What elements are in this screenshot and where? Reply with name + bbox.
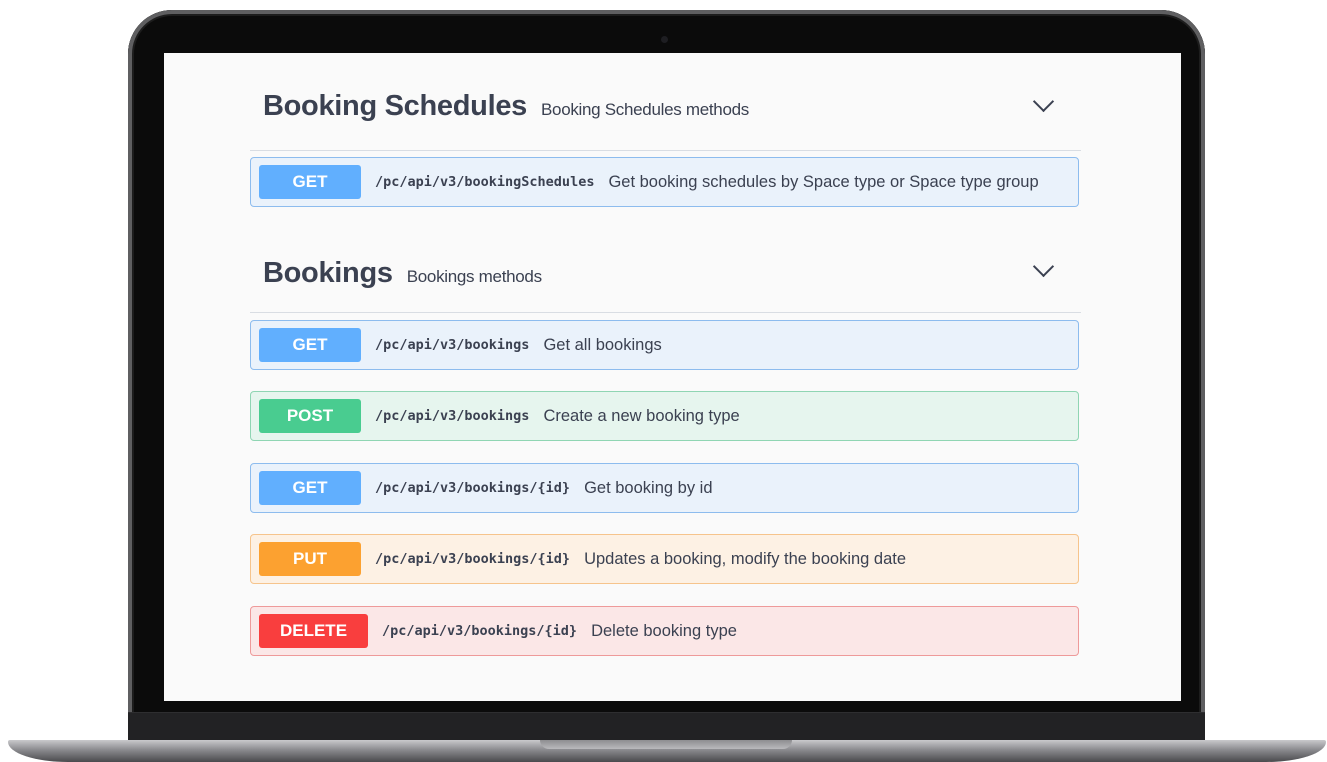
- method-badge: DELETE: [259, 614, 368, 648]
- section-header-bookings[interactable]: Bookings Bookings methods: [250, 235, 1081, 313]
- operation-put-booking[interactable]: PUT /pc/api/v3/bookings/{id} Updates a b…: [250, 534, 1079, 584]
- section-title-text: Booking Schedules: [263, 90, 527, 122]
- section-title: Bookings Bookings methods: [263, 257, 542, 290]
- operation-path: /pc/api/v3/bookings: [375, 337, 530, 353]
- operation-path: /pc/api/v3/bookings/{id}: [375, 480, 571, 496]
- method-badge: GET: [259, 165, 361, 199]
- laptop-base-notch: [540, 740, 792, 749]
- operation-get-booking-schedules[interactable]: GET /pc/api/v3/bookingSchedules Get book…: [250, 157, 1079, 207]
- operation-delete-booking[interactable]: DELETE /pc/api/v3/bookings/{id} Delete b…: [250, 606, 1079, 656]
- camera-icon: [661, 36, 668, 43]
- operation-summary: Delete booking type: [591, 621, 737, 640]
- section-title-text: Bookings: [263, 257, 393, 289]
- operation-get-booking-by-id[interactable]: GET /pc/api/v3/bookings/{id} Get booking…: [250, 463, 1079, 513]
- operation-summary: Create a new booking type: [543, 406, 740, 425]
- section-title: Booking Schedules Booking Schedules meth…: [263, 90, 749, 123]
- method-badge: GET: [259, 328, 361, 362]
- operation-summary: Updates a booking, modify the booking da…: [584, 549, 907, 568]
- operation-summary: Get booking schedules by Space type or S…: [608, 172, 1039, 191]
- section-booking-schedules: Booking Schedules Booking Schedules meth…: [250, 53, 1081, 207]
- chevron-down-icon[interactable]: [1032, 90, 1055, 113]
- operation-path: /pc/api/v3/bookingSchedules: [375, 174, 595, 190]
- method-badge: PUT: [259, 542, 361, 576]
- operation-get-bookings[interactable]: GET /pc/api/v3/bookings Get all bookings: [250, 320, 1079, 370]
- section-header-booking-schedules[interactable]: Booking Schedules Booking Schedules meth…: [250, 53, 1081, 151]
- operation-post-bookings[interactable]: POST /pc/api/v3/bookings Create a new bo…: [250, 391, 1079, 441]
- laptop-hinge: [128, 712, 1205, 743]
- method-badge: POST: [259, 399, 361, 433]
- api-docs-screen: Booking Schedules Booking Schedules meth…: [164, 53, 1181, 701]
- chevron-down-icon[interactable]: [1032, 255, 1055, 278]
- section-description: Booking Schedules methods: [541, 100, 749, 119]
- section-description: Bookings methods: [406, 267, 542, 286]
- method-badge: GET: [259, 471, 361, 505]
- operation-path: /pc/api/v3/bookings: [375, 408, 530, 424]
- operation-path: /pc/api/v3/bookings/{id}: [382, 623, 578, 639]
- operation-path: /pc/api/v3/bookings/{id}: [375, 551, 571, 567]
- section-bookings: Bookings Bookings methods GET /pc/api/v3…: [250, 235, 1081, 656]
- operation-summary: Get booking by id: [584, 478, 713, 497]
- operation-summary: Get all bookings: [543, 335, 662, 354]
